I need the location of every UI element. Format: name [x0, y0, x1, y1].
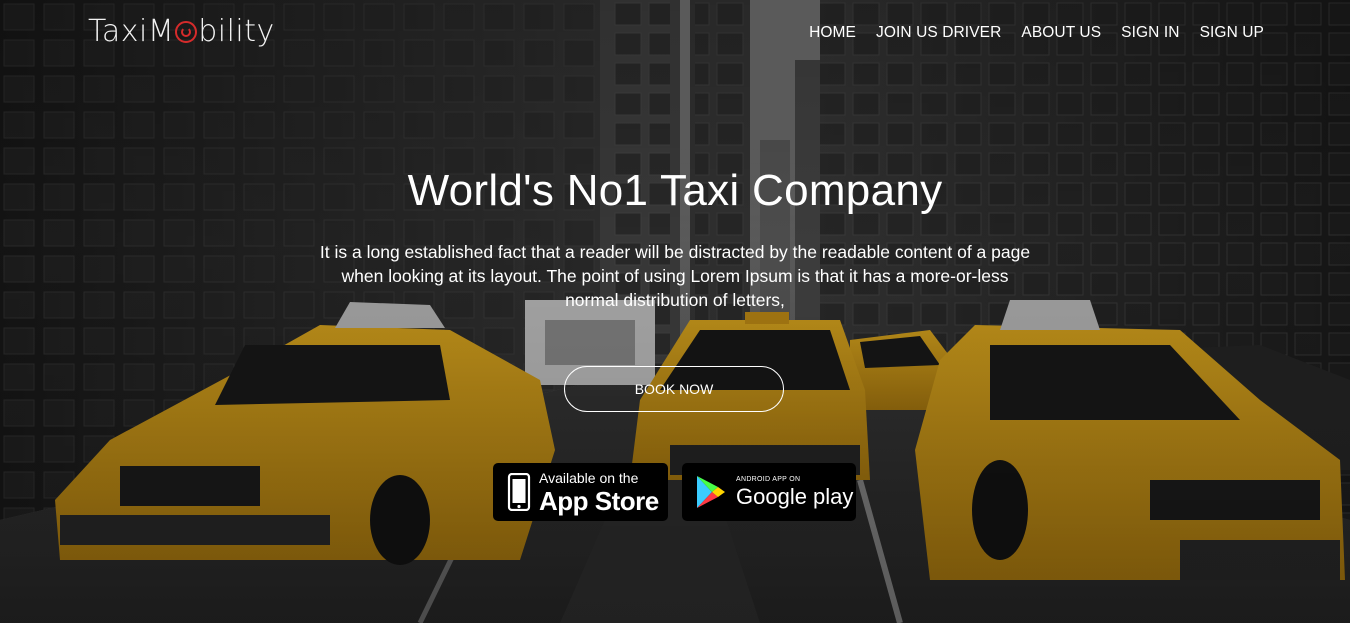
- logo-text-suffix: bility: [198, 14, 275, 49]
- taximobility-logo[interactable]: TaxiM bility: [88, 14, 275, 49]
- hero-title: World's No1 Taxi Company: [407, 166, 943, 215]
- app-store-big-text: App Store: [539, 485, 659, 516]
- nav-sign-in[interactable]: SIGN IN: [1121, 24, 1179, 42]
- nav-sign-up[interactable]: SIGN UP: [1200, 24, 1264, 42]
- hero-description: It is a long established fact that a rea…: [319, 242, 1031, 310]
- hero-section: TaxiM bility HOME JOIN US DRIVER ABOUT US…: [0, 0, 1350, 623]
- nav-join-us-driver[interactable]: JOIN US DRIVER: [876, 24, 1001, 42]
- phone-icon: [507, 473, 531, 511]
- logo-text-prefix: TaxiM: [88, 14, 175, 49]
- app-store-badge[interactable]: Available on the App Store: [493, 463, 668, 521]
- main-nav: HOME JOIN US DRIVER ABOUT US SIGN IN SIG…: [809, 24, 1264, 42]
- google-play-big-text: Google play: [736, 484, 854, 509]
- google-play-small-text: ANDROID APP ON: [736, 476, 801, 483]
- book-now-button[interactable]: BOOK NOW: [564, 366, 784, 412]
- logo-o-icon: [175, 21, 198, 43]
- nav-about-us[interactable]: ABOUT US: [1021, 24, 1101, 42]
- app-store-small-text: Available on the: [539, 469, 639, 486]
- google-play-icon: [697, 476, 725, 508]
- google-play-badge[interactable]: ANDROID APP ON Google play: [682, 463, 856, 521]
- nav-home[interactable]: HOME: [809, 24, 856, 42]
